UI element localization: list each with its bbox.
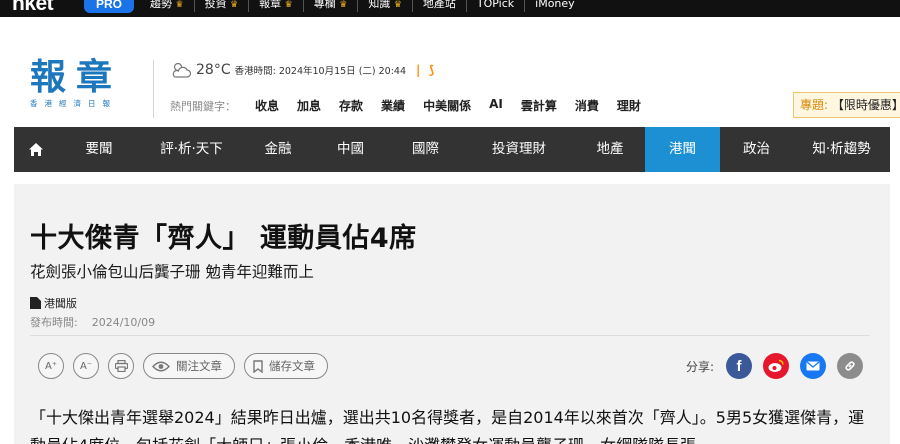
crown-icon: ♛ [175, 0, 184, 10]
save-label: 儲存文章 [269, 359, 315, 373]
hot-keyword[interactable]: 中美關係 [423, 97, 471, 114]
special-topic-banner[interactable]: 專題: 【限時優惠】 [793, 92, 900, 118]
publish-date: 2024/10/09 [91, 316, 156, 329]
eye-icon [152, 361, 170, 371]
hot-keyword[interactable]: AI [489, 97, 503, 114]
nav-item-finance[interactable]: 金融 [243, 127, 313, 172]
hot-keyword[interactable]: 收息 [255, 97, 279, 114]
share-bar: 分享: f [686, 353, 874, 379]
top-link-paper[interactable]: 報章 ♛ [248, 0, 303, 12]
bookmark-icon [253, 359, 263, 373]
font-decrease-button[interactable]: A⁻ [73, 353, 99, 379]
printer-icon [114, 360, 128, 372]
follow-label: 關注文章 [176, 359, 222, 373]
top-link-label: 趨勢 [150, 0, 172, 10]
top-links: 趨勢 ♛ 投資 ♛ 報章 ♛ 專欄 ♛ 知識 ♛ 地產站 TOPick iMon… [140, 0, 585, 12]
top-link-property[interactable]: 地產站 [411, 0, 466, 12]
nav-item-hk-news[interactable]: 港聞 [645, 127, 720, 172]
article-body: 「十大傑出青年選舉2024」結果昨日出爐，選出共10名得獎者，是自2014年以來… [30, 408, 865, 444]
article-title: 十大傑青「齊人」 運動員佔4席 [30, 223, 417, 254]
home-button[interactable] [14, 127, 58, 172]
link-icon[interactable] [837, 353, 864, 379]
print-button[interactable] [108, 353, 134, 379]
edition-tag[interactable]: 港聞版 [30, 295, 77, 311]
top-link-label: 報章 [259, 0, 282, 10]
nav-item-property[interactable]: 地產 [575, 127, 645, 172]
main-nav: 要聞 評·析·天下 金融 中國 國際 投資理財 地產 港聞 政治 知·析趨勢 [14, 127, 890, 172]
top-link-label: 知識 [368, 0, 391, 10]
datetime: 香港時間: 2024年10月15日 (二) 20:44 [234, 66, 406, 77]
header-divider [153, 60, 154, 118]
pro-label: PRO [95, 0, 122, 11]
nav-item-headlines[interactable]: 要聞 [58, 127, 140, 172]
nav-item-commentary[interactable]: 評·析·天下 [140, 127, 243, 172]
special-topic-text: 【限時優惠】 [831, 98, 900, 112]
temperature: 28°C [196, 62, 231, 78]
save-article-button[interactable]: 儲存文章 [244, 353, 328, 379]
follow-article-button[interactable]: 關注文章 [143, 353, 235, 379]
logo-main-text: 報章 [30, 56, 123, 98]
logo-sub-text: 香港經濟日報 [30, 99, 117, 108]
crown-icon: ♛ [230, 0, 239, 10]
top-link-label: 專欄 [313, 0, 336, 10]
nav-item-trends[interactable]: 知·析趨勢 [793, 127, 890, 172]
home-icon [29, 143, 43, 156]
top-link-trend[interactable]: 趨勢 ♛ [140, 0, 194, 12]
document-icon [30, 297, 41, 309]
facebook-icon[interactable]: f [726, 353, 753, 379]
crown-icon: ♛ [284, 0, 293, 10]
hot-keyword[interactable]: 消費 [575, 97, 599, 114]
hot-keywords: 收息 加息 存款 業績 中美關係 AI 雲計算 消費 理財 [255, 97, 659, 114]
email-icon[interactable] [800, 353, 827, 379]
top-bar: hket PRO 趨勢 ♛ 投資 ♛ 報章 ♛ 專欄 ♛ 知識 ♛ 地產站 TO… [0, 0, 900, 17]
edition-label: 港聞版 [44, 297, 77, 310]
hket-logo[interactable]: hket [12, 0, 54, 16]
special-topic-label: 專題: [800, 98, 829, 112]
nav-item-politics[interactable]: 政治 [720, 127, 793, 172]
hot-keyword[interactable]: 加息 [297, 97, 321, 114]
crown-icon: ♛ [393, 0, 402, 10]
hot-keyword[interactable]: 存款 [339, 97, 363, 114]
weibo-icon[interactable] [763, 353, 790, 379]
weather-bar: 28°C 香港時間: 2024年10月15日 (二) 20:44 | ⟆ [170, 61, 434, 79]
crown-icon: ♛ [339, 0, 348, 10]
article-toolbar: A⁺ A⁻ 關注文章 儲存文章 [38, 352, 337, 380]
top-link-knowledge[interactable]: 知識 ♛ [357, 0, 412, 12]
publish-time: 發布時間: 2024/10/09 [30, 314, 155, 330]
top-link-label: 投資 [204, 0, 227, 10]
top-link-topick[interactable]: TOPick [465, 0, 524, 12]
rss-icon[interactable]: | ⟆ [416, 63, 434, 77]
top-link-imoney[interactable]: iMoney [524, 0, 585, 12]
nav-item-international[interactable]: 國際 [388, 127, 463, 172]
cloudy-sun-icon [172, 62, 192, 78]
article-subtitle: 花劍張小倫包山后龔子珊 勉青年迎難而上 [30, 263, 314, 281]
hot-keyword[interactable]: 雲計算 [521, 97, 557, 114]
share-label: 分享: [686, 359, 715, 374]
pro-button[interactable]: PRO [84, 0, 134, 13]
top-link-invest[interactable]: 投資 ♛ [193, 0, 249, 12]
hot-keyword[interactable]: 業績 [381, 97, 405, 114]
hot-keywords-label: 熱門關鍵字： [170, 100, 236, 113]
publish-label: 發布時間: [30, 316, 78, 329]
top-link-column[interactable]: 專欄 ♛ [302, 0, 358, 12]
nav-item-investment[interactable]: 投資理財 [463, 127, 575, 172]
font-increase-button[interactable]: A⁺ [38, 353, 64, 379]
hot-keyword[interactable]: 理財 [617, 97, 641, 114]
nav-item-china[interactable]: 中國 [313, 127, 388, 172]
newspaper-logo[interactable]: 報章 香港經濟日報 [30, 58, 148, 118]
divider [30, 335, 870, 336]
